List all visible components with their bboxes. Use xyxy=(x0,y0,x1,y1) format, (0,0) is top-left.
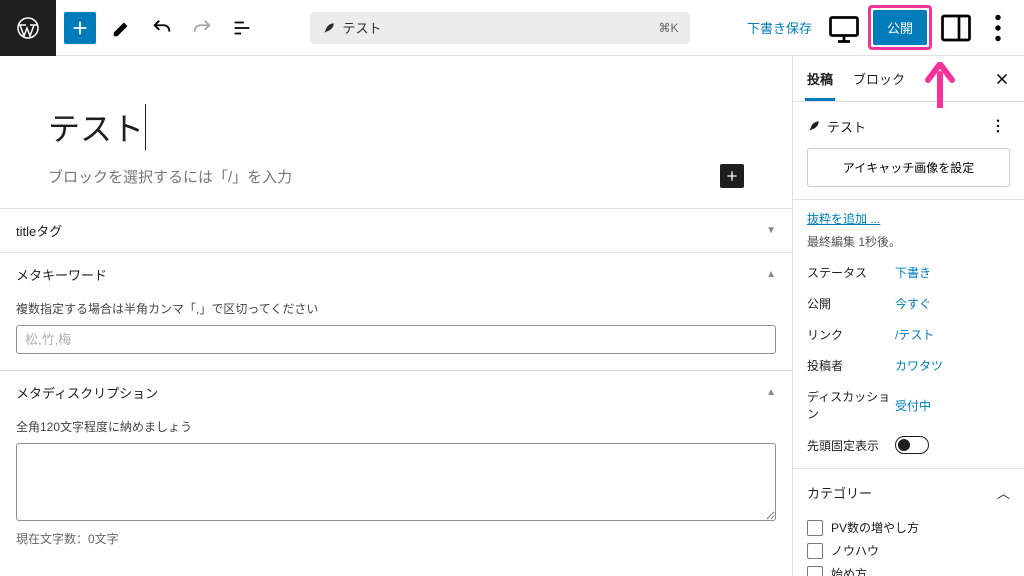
edit-mode-button[interactable] xyxy=(104,10,140,46)
meta-description-help: 全角120文字程度に納めましょう xyxy=(16,418,776,435)
panel-meta-keywords-label: メタキーワード xyxy=(16,265,107,284)
toolbar-left-group xyxy=(56,10,262,46)
feather-icon xyxy=(807,119,821,133)
discussion-label: ディスカッション xyxy=(807,388,895,422)
add-excerpt-link[interactable]: 抜粋を追加 ... xyxy=(793,200,1024,229)
publish-button[interactable]: 公開 xyxy=(873,10,927,45)
inline-add-block-button[interactable] xyxy=(720,164,744,188)
author-label: 投稿者 xyxy=(807,357,895,374)
tab-post[interactable]: 投稿 xyxy=(797,57,843,100)
panel-meta-keywords: メタキーワード ▲ 複数指定する場合は半角カンマ「,」で区切ってください xyxy=(0,252,792,370)
discussion-value[interactable]: 受付中 xyxy=(895,397,1010,414)
category-item-label: 始め方 xyxy=(831,565,867,576)
sidebar-doc-options[interactable] xyxy=(986,114,1010,138)
category-list: PV数の増やし方 ノウハウ 始め方 xyxy=(793,516,1024,576)
sticky-label: 先頭固定表示 xyxy=(807,437,895,454)
sidebar-doc-title: テスト xyxy=(827,117,866,136)
document-overview-button[interactable] xyxy=(224,10,260,46)
category-item[interactable]: ノウハウ xyxy=(807,539,1010,562)
category-panel-header[interactable]: カテゴリー ︿ xyxy=(793,468,1024,516)
feather-icon xyxy=(322,21,336,35)
post-title[interactable]: テスト xyxy=(48,104,146,150)
block-placeholder[interactable]: ブロックを選択するには「/」を入力 xyxy=(48,166,292,187)
category-item[interactable]: PV数の増やし方 xyxy=(807,516,1010,539)
author-value[interactable]: カワタツ xyxy=(895,357,1010,374)
sidebar-close-button[interactable] xyxy=(984,61,1020,97)
checkbox-icon[interactable] xyxy=(807,566,823,576)
meta-keywords-input[interactable] xyxy=(16,325,776,354)
editor-column: テスト ブロックを選択するには「/」を入力 titleタグ ▼ メタキーワード … xyxy=(0,56,792,576)
category-label: カテゴリー xyxy=(807,483,872,502)
top-toolbar: テスト ⌘K 下書き保存 公開 xyxy=(0,0,1024,56)
panel-meta-description-label: メタディスクリプション xyxy=(16,383,158,402)
preview-button[interactable] xyxy=(826,10,862,46)
publish-label: 公開 xyxy=(807,295,895,312)
panel-title-tag-label: titleタグ xyxy=(16,221,62,240)
toolbar-right-group: 下書き保存 公開 xyxy=(739,5,1024,50)
status-label: ステータス xyxy=(807,264,895,281)
panel-meta-description: メタディスクリプション ▲ 全角120文字程度に納めましょう 現在文字数：0文字 xyxy=(0,370,792,563)
chevron-up-icon: ︿ xyxy=(997,483,1010,502)
last-edited-text: 最終編集 1秒後。 xyxy=(793,229,1024,260)
document-title-text: テスト xyxy=(342,18,381,37)
command-shortcut: ⌘K xyxy=(658,21,678,35)
chevron-up-icon: ▲ xyxy=(766,269,776,280)
sticky-toggle[interactable] xyxy=(895,436,929,454)
status-value[interactable]: 下書き xyxy=(895,264,1010,281)
wordpress-logo[interactable] xyxy=(0,0,56,56)
checkbox-icon[interactable] xyxy=(807,543,823,559)
meta-keywords-help: 複数指定する場合は半角カンマ「,」で区切ってください xyxy=(16,300,776,317)
undo-button[interactable] xyxy=(144,10,180,46)
link-value[interactable]: /テスト xyxy=(895,326,1010,343)
document-title-pill[interactable]: テスト ⌘K xyxy=(310,12,690,44)
options-button[interactable] xyxy=(980,10,1016,46)
category-item[interactable]: 始め方 xyxy=(807,562,1010,576)
panel-title-tag-header[interactable]: titleタグ ▼ xyxy=(0,209,792,252)
meta-description-count: 現在文字数：0文字 xyxy=(16,530,776,547)
category-item-label: ノウハウ xyxy=(831,542,879,559)
set-featured-image-button[interactable]: アイキャッチ画像を設定 xyxy=(807,148,1010,187)
panel-meta-keywords-header[interactable]: メタキーワード ▲ xyxy=(0,253,792,296)
sidebar-document-section: テスト アイキャッチ画像を設定 xyxy=(793,102,1024,200)
panel-title-tag: titleタグ ▼ xyxy=(0,208,792,252)
add-block-button[interactable] xyxy=(64,12,96,44)
sidebar-tabs: 投稿 ブロック xyxy=(793,56,1024,102)
link-label: リンク xyxy=(807,326,895,343)
chevron-down-icon: ▼ xyxy=(766,225,776,236)
save-draft-button[interactable]: 下書き保存 xyxy=(739,12,820,43)
redo-button[interactable] xyxy=(184,10,220,46)
sidebar-toggle-button[interactable] xyxy=(938,10,974,46)
publish-value[interactable]: 今すぐ xyxy=(895,295,1010,312)
settings-sidebar: 投稿 ブロック テスト アイキャッチ画像を設定 抜粋を追加 ... 最終編集 1… xyxy=(792,56,1024,576)
category-item-label: PV数の増やし方 xyxy=(831,519,919,536)
publish-highlight: 公開 xyxy=(868,5,932,50)
chevron-up-icon: ▲ xyxy=(766,387,776,398)
meta-description-input[interactable] xyxy=(16,443,776,521)
panel-meta-description-header[interactable]: メタディスクリプション ▲ xyxy=(0,371,792,414)
post-status-grid: ステータス 下書き 公開 今すぐ リンク /テスト 投稿者 カワタツ ディスカッ… xyxy=(793,260,1024,468)
tab-block[interactable]: ブロック xyxy=(843,57,915,100)
checkbox-icon[interactable] xyxy=(807,520,823,536)
